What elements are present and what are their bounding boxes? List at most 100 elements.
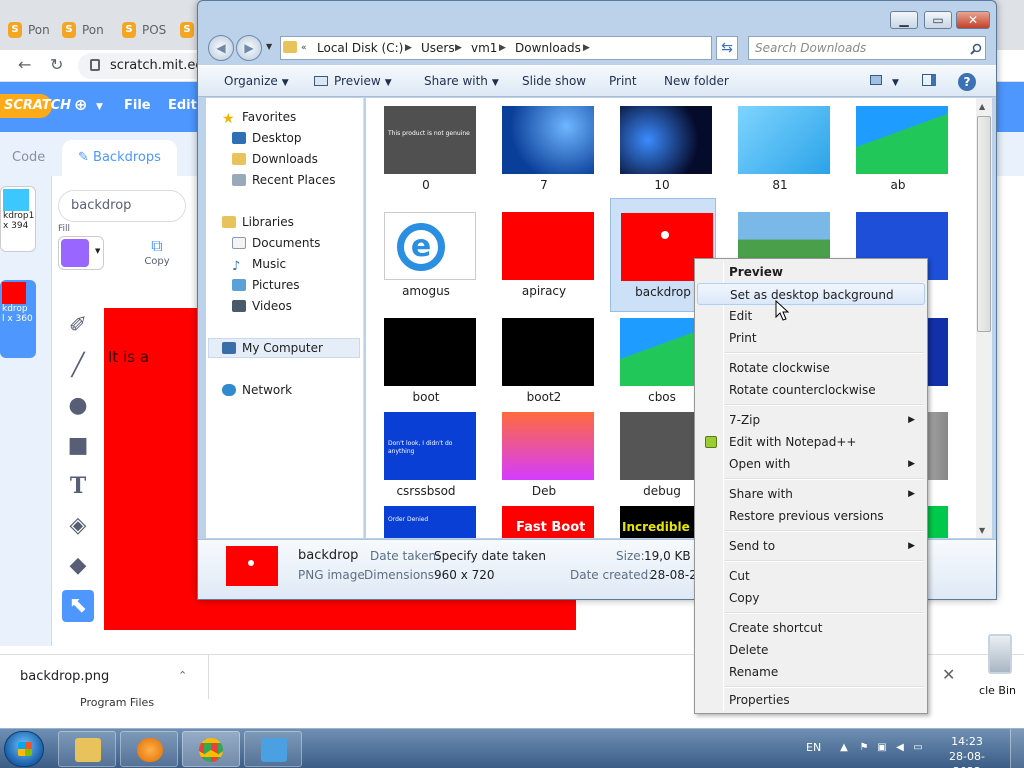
preview-button[interactable]: Preview ▼ [314,74,392,88]
nav-documents[interactable]: Documents [232,234,320,252]
organize-button[interactable]: Organize ▼ [224,74,289,88]
scroll-thumb[interactable] [977,116,991,332]
nav-pictures[interactable]: Pictures [232,276,300,294]
menu-item-restore-previous-versions[interactable]: Restore previous versions [697,505,925,527]
forward-button[interactable]: ▶ [236,35,262,61]
show-hidden-icons-icon[interactable]: ▲ [838,742,850,754]
scratch-logo[interactable]: SCRATCH [0,94,71,118]
nav-desktop[interactable]: Desktop [232,129,302,147]
file-menu[interactable]: File [124,98,151,113]
tab-backdrops[interactable]: ✎ Backdrops [62,140,177,176]
network-tray-icon[interactable]: ▣ [876,742,888,754]
menu-item-rename[interactable]: Rename [697,661,925,683]
taskbar-control-panel[interactable] [244,731,302,767]
recent-pages-dropdown-icon[interactable]: ▼ [266,42,272,51]
menu-item-rotate-counterclockwise[interactable]: Rotate counterclockwise [697,379,925,401]
rectangle-tool-icon[interactable]: ■ [62,430,94,462]
menu-item-preview[interactable]: Preview [697,261,925,283]
scroll-down-icon[interactable]: ▼ [979,526,985,535]
new-folder-button[interactable]: New folder [664,74,729,88]
print-button[interactable]: Print [609,74,637,88]
file-item[interactable]: 81 [728,98,834,210]
nav-downloads[interactable]: Downloads [232,150,318,168]
change-view-button[interactable]: ▼ [870,74,899,88]
menu-item-rotate-clockwise[interactable]: Rotate clockwise [697,357,925,379]
show-desktop-button[interactable] [1010,729,1024,768]
scroll-up-icon[interactable]: ▲ [979,102,985,111]
nav-music[interactable]: ♪ Music [232,255,286,274]
breadcrumb-users[interactable]: Users [421,37,455,59]
back-arrow-icon[interactable]: ← [18,55,31,74]
close-icon[interactable]: ✕ [942,665,955,684]
fill-color-picker[interactable]: ▼ [58,236,104,270]
fill-tool-icon[interactable]: ◈ [62,510,94,542]
speaker-icon[interactable]: ◀ [894,742,906,754]
menu-item-create-shortcut[interactable]: Create shortcut [697,617,925,639]
menu-item-copy[interactable]: Copy [697,587,925,609]
overflow-chevron-icon[interactable]: « [301,37,307,59]
menu-item-cut[interactable]: Cut [697,565,925,587]
file-item[interactable]: ab [846,98,952,210]
preview-pane-button[interactable] [922,74,936,89]
nav-libraries[interactable]: Libraries [222,213,294,231]
close-button[interactable]: ✕ [956,11,990,29]
chrome-tab-2[interactable]: S Pon [54,12,104,48]
taskbar-chrome[interactable] [182,731,240,767]
menu-item-properties[interactable]: Properties [697,689,925,711]
nav-favorites[interactable]: ★ Favorites [222,108,296,127]
file-item[interactable]: apiracy [492,204,598,316]
vertical-scrollbar[interactable]: ▲ ▼ [976,98,992,538]
breadcrumb-vm1[interactable]: vm1 [471,37,497,59]
breadcrumb-separator-icon[interactable]: ▶ [455,37,462,59]
line-tool-icon[interactable]: ╱ [62,350,94,382]
search-input[interactable]: Search Downloads [748,36,986,60]
back-button[interactable]: ◀ [208,35,234,61]
costume-thumb-1[interactable]: kdrop1 x 394 [0,186,36,252]
eraser-tool-icon[interactable]: ◆ [62,550,94,582]
file-item[interactable]: Fast Boot [492,498,598,538]
reload-icon[interactable]: ↻ [50,55,63,74]
breadcrumb-local-disk[interactable]: Local Disk (C:) [317,37,403,59]
tab-code[interactable]: Code [0,140,61,176]
download-item[interactable]: backdrop.png [20,669,109,684]
menu-item-set-as-desktop-background[interactable]: Set as desktop background [697,283,925,305]
copy-button[interactable]: ⧉ Copy [140,236,174,267]
date-taken-value[interactable]: Specify date taken [434,549,546,563]
brush-tool-icon[interactable]: ✐ [62,310,94,342]
menu-item-7zip[interactable]: 7-Zip ▶ [697,409,925,431]
edit-menu[interactable]: Edit [168,98,197,113]
costume-name-input[interactable]: backdrop [58,190,186,222]
menu-item-edit[interactable]: Edit [697,305,925,327]
breadcrumb-separator-icon[interactable]: ▶ [499,37,506,59]
nav-videos[interactable]: Videos [232,297,292,315]
refresh-button[interactable]: ⇆ [716,36,738,60]
taskbar-media-player[interactable] [120,731,178,767]
display-tray-icon[interactable]: ▭ [912,742,924,754]
language-indicator[interactable]: EN [806,741,821,754]
minimize-button[interactable]: ▁ [890,11,918,29]
search-icon[interactable] [970,43,982,55]
breadcrumb-downloads[interactable]: Downloads [515,37,581,59]
taskbar-explorer[interactable] [58,731,116,767]
help-icon[interactable]: ? [958,73,976,91]
file-item[interactable]: This product is not genuine 0 [374,98,480,210]
share-with-button[interactable]: Share with ▼ [424,74,499,88]
file-item[interactable]: 7 [492,98,598,210]
breadcrumb-separator-icon[interactable]: ▶ [405,37,412,59]
action-center-flag-icon[interactable]: ⚑ [858,742,870,754]
menu-item-share-with[interactable]: Share with ▶ [697,483,925,505]
address-bar[interactable]: « Local Disk (C:) ▶ Users ▶ vm1 ▶ Downlo… [280,36,789,60]
file-item[interactable]: 10 [610,98,716,210]
menu-item-edit-with-notepadpp[interactable]: Edit with Notepad++ [697,431,925,453]
breadcrumb-separator-icon[interactable]: ▶ [583,37,590,59]
select-tool-icon[interactable]: ⬉ [62,590,94,622]
circle-tool-icon[interactable]: ● [62,390,94,422]
maximize-button[interactable]: ▭ [924,11,952,29]
nav-my-computer[interactable]: My Computer [222,339,323,357]
globe-icon[interactable]: ⊕ [74,95,87,114]
file-item[interactable]: e amogus [374,204,480,316]
start-button[interactable] [4,731,44,767]
nav-recent-places[interactable]: Recent Places [232,171,335,189]
menu-item-print[interactable]: Print [697,327,925,349]
file-item[interactable]: Order Denied [374,498,480,538]
